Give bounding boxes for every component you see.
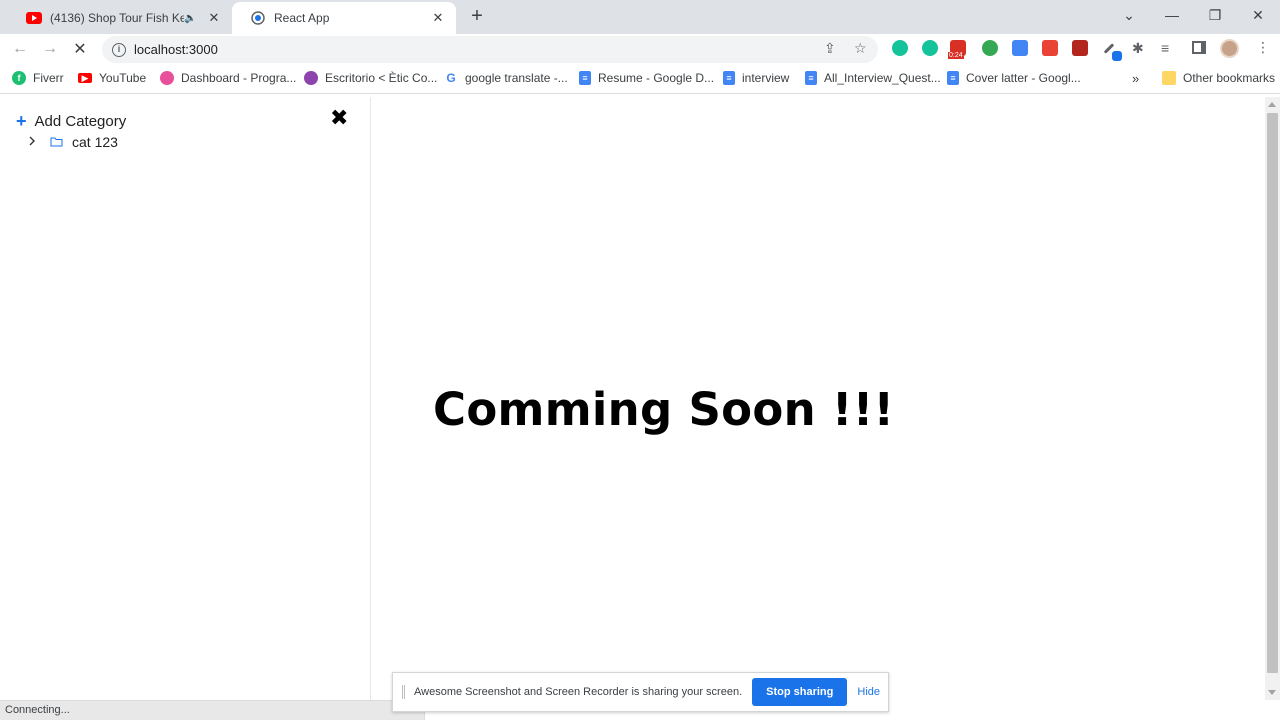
bookmark-all-interview[interactable]: ≡ All_Interview_Quest... <box>805 71 941 85</box>
media-control-icon[interactable]: ≡ <box>1161 40 1169 56</box>
category-item[interactable]: cat 123 <box>28 134 118 150</box>
google-icon: G <box>444 71 458 85</box>
tab-title: (4136) Shop Tour Fish Keepe <box>50 11 184 25</box>
bookmark-label: YouTube <box>99 71 147 85</box>
folder-icon <box>50 134 63 150</box>
hide-button[interactable]: Hide <box>857 686 880 698</box>
minimize-button[interactable]: — <box>1150 0 1194 30</box>
bookmark-label: Other bookmarks <box>1183 71 1276 85</box>
bookmark-label: Cover latter - Googl... <box>966 71 1081 85</box>
docs-icon: ≡ <box>579 71 591 85</box>
bookmark-label: All_Interview_Quest... <box>824 71 941 85</box>
close-sidebar-icon[interactable]: ✖ <box>330 105 348 131</box>
tab-search-icon[interactable]: ⌄ <box>1107 0 1151 30</box>
extension-icon[interactable] <box>1072 40 1088 56</box>
vertical-scrollbar[interactable] <box>1265 97 1280 700</box>
bookmark-resume[interactable]: ≡ Resume - Google D... <box>579 71 714 85</box>
page-title: Comming Soon !!! <box>433 383 895 436</box>
bookmark-google-translate[interactable]: G google translate -... <box>444 71 568 85</box>
dashboard-icon <box>160 71 174 85</box>
youtube-icon <box>26 10 42 26</box>
folder-icon <box>1162 71 1176 85</box>
tab-strip: (4136) Shop Tour Fish Keepe 🔈 ✕ React Ap… <box>0 0 1280 34</box>
recording-badge: 0:24 <box>948 52 964 59</box>
fiverr-icon: f <box>12 71 26 85</box>
forward-button[interactable]: → <box>38 37 62 61</box>
other-bookmarks[interactable]: Other bookmarks <box>1162 71 1275 85</box>
main-content: Comming Soon !!! <box>371 97 1265 700</box>
screen-share-bar: Awesome Screenshot and Screen Recorder i… <box>392 672 889 712</box>
docs-icon: ≡ <box>947 71 959 85</box>
bookmark-star-icon[interactable]: ☆ <box>854 40 867 57</box>
side-panel-icon[interactable] <box>1192 41 1206 54</box>
speaker-icon[interactable]: 🔈 <box>184 13 200 24</box>
bookmark-label: Dashboard - Progra... <box>181 71 297 85</box>
tab-youtube[interactable]: (4136) Shop Tour Fish Keepe 🔈 ✕ <box>8 2 232 34</box>
scroll-down-icon[interactable] <box>1268 690 1276 695</box>
restore-button[interactable]: ❐ <box>1193 0 1237 30</box>
bookmark-label: interview <box>742 71 790 85</box>
tab-react-app[interactable]: React App ✕ <box>232 2 456 34</box>
bookmark-escritorio[interactable]: Escritorio < Ètic Co... <box>304 71 437 85</box>
bookmark-dashboard[interactable]: Dashboard - Progra... <box>160 71 296 85</box>
react-icon <box>250 10 266 26</box>
bookmark-label: Fiverr <box>33 71 64 85</box>
category-sidebar: + Add Category ✖ cat 123 <box>0 97 371 700</box>
docs-icon: ≡ <box>805 71 817 85</box>
download-icon[interactable] <box>1012 40 1028 56</box>
bookmark-label: google translate -... <box>465 71 568 85</box>
extensions-puzzle-icon[interactable]: ✱ <box>1132 40 1144 57</box>
stop-sharing-button[interactable]: Stop sharing <box>752 678 848 706</box>
ethic-icon <box>304 71 318 85</box>
share-message: Awesome Screenshot and Screen Recorder i… <box>414 686 743 698</box>
extension-icon[interactable] <box>1042 40 1058 56</box>
address-bar[interactable]: i localhost:3000 <box>102 36 878 63</box>
add-category-label: Add Category <box>34 113 127 130</box>
more-bookmarks-button[interactable]: » <box>1132 71 1139 86</box>
close-window-button[interactable]: ✕ <box>1236 0 1280 30</box>
bookmark-youtube[interactable]: ▶ YouTube <box>78 71 146 85</box>
category-label: cat 123 <box>72 134 118 150</box>
extension-icon[interactable] <box>892 40 908 56</box>
bookmark-label: Resume - Google D... <box>598 71 715 85</box>
bookmark-label: Escritorio < Ètic Co... <box>325 71 438 85</box>
browser-toolbar: ← → ✕ i localhost:3000 ⇪ ☆ <box>0 34 1280 64</box>
close-tab-icon[interactable]: ✕ <box>430 10 446 26</box>
back-button[interactable]: ← <box>8 37 32 61</box>
menu-kebab-icon[interactable]: ⋮ <box>1256 39 1270 56</box>
avatar[interactable] <box>1220 39 1239 58</box>
tab-title: React App <box>274 11 330 25</box>
docs-icon: ≡ <box>723 71 735 85</box>
plus-icon: + <box>16 111 27 131</box>
bookmark-fiverr[interactable]: f Fiverr <box>12 71 64 85</box>
bookmark-interview[interactable]: ≡ interview <box>723 71 789 85</box>
bookmark-cover-letter[interactable]: ≡ Cover latter - Googl... <box>947 71 1081 85</box>
extension-icon[interactable] <box>982 40 998 56</box>
close-tab-icon[interactable]: ✕ <box>206 10 222 26</box>
stop-loading-button[interactable]: ✕ <box>68 37 92 61</box>
address-text: localhost:3000 <box>134 42 218 57</box>
share-icon[interactable]: ⇪ <box>824 40 836 57</box>
youtube-icon: ▶ <box>78 73 92 83</box>
site-info-icon[interactable]: i <box>112 42 126 57</box>
bookmarks-bar: f Fiverr ▶ YouTube Dashboard - Progra...… <box>0 64 1280 94</box>
chevron-right-icon[interactable] <box>28 136 40 149</box>
scroll-up-icon[interactable] <box>1268 102 1276 107</box>
pen-badge-icon <box>1112 51 1122 61</box>
status-bubble: Connecting... <box>0 700 425 720</box>
scrollbar-thumb[interactable] <box>1267 113 1278 673</box>
add-category-button[interactable]: + Add Category <box>16 111 127 131</box>
grammarly-icon[interactable] <box>922 40 938 56</box>
new-tab-button[interactable]: + <box>466 5 488 27</box>
drag-handle-icon[interactable] <box>402 685 405 699</box>
